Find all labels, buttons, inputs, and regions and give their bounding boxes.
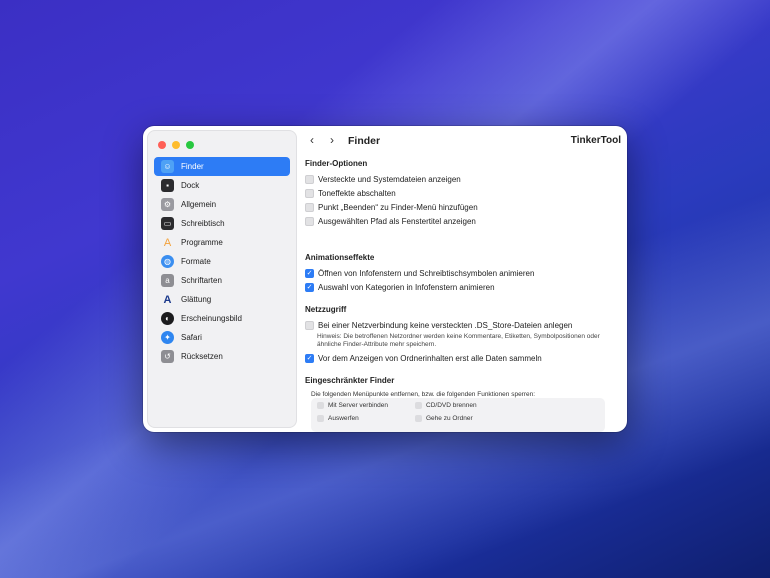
checkbox[interactable]: [317, 402, 324, 409]
section-title-animation: Animationseffekte: [305, 253, 375, 262]
option-ds-store[interactable]: Bei einer Netzverbindung keine versteckt…: [305, 319, 572, 331]
chevron-right-icon: ›: [330, 133, 334, 147]
sidebar-item-dock[interactable]: ▪ Dock: [154, 176, 290, 195]
option-label: CD/DVD brennen: [426, 402, 477, 409]
checkbox[interactable]: ✓: [305, 353, 314, 363]
option-label: Toneffekte abschalten: [318, 188, 396, 198]
sidebar-item-finder[interactable]: ☺ Finder: [154, 157, 290, 176]
option-go-to-folder[interactable]: Gehe zu Ordner: [415, 415, 473, 422]
sidebar-item-label: Safari: [181, 333, 202, 342]
checkmark-icon: ✓: [306, 269, 313, 277]
section-title-network: Netzzugriff: [305, 305, 347, 314]
sidebar-item-label: Schreibtisch: [181, 219, 225, 228]
checkbox[interactable]: [317, 415, 324, 422]
safari-icon: ✦: [161, 331, 174, 344]
checkbox[interactable]: [305, 202, 314, 212]
option-animate-info[interactable]: ✓ Öffnen von Infofenstern und Schreibtis…: [305, 267, 534, 279]
option-label: Bei einer Netzverbindung keine versteckt…: [318, 320, 573, 330]
back-button[interactable]: ‹: [305, 133, 319, 147]
appearance-icon: ◐: [161, 312, 174, 325]
option-burn-disc[interactable]: CD/DVD brennen: [415, 402, 477, 409]
sidebar-item-label: Allgemein: [181, 200, 217, 209]
checkbox[interactable]: [305, 320, 314, 330]
sidebar-item-label: Rücksetzen: [181, 352, 223, 361]
option-collect-data[interactable]: ✓ Vor dem Anzeigen von Ordnerinhalten er…: [305, 352, 542, 364]
desktop-icon: ▭: [161, 217, 174, 230]
option-hidden-files[interactable]: Versteckte und Systemdateien anzeigen: [305, 173, 461, 185]
checkbox[interactable]: [415, 402, 422, 409]
minimize-button[interactable]: [172, 141, 180, 149]
sidebar-item-label: Finder: [181, 162, 204, 171]
option-label: Auswahl von Kategorien in Infofenstern a…: [318, 282, 495, 292]
sidebar-item-schreibtisch[interactable]: ▭ Schreibtisch: [154, 214, 290, 233]
sidebar-list: ☺ Finder ▪ Dock ⚙ Allgemein ▭ Schreibtis…: [154, 157, 290, 366]
content-pane: ‹ › Finder TinkerTool Finder-Optionen Ve…: [305, 126, 627, 432]
sidebar-item-allgemein[interactable]: ⚙ Allgemein: [154, 195, 290, 214]
fonts-icon: a: [161, 274, 174, 287]
restricted-options-box: Mit Server verbinden CD/DVD brennen Ausw…: [311, 398, 605, 432]
section-title-restricted: Eingeschränkter Finder: [305, 376, 395, 385]
sidebar: ☺ Finder ▪ Dock ⚙ Allgemein ▭ Schreibtis…: [147, 130, 297, 428]
option-label: Auswerfen: [328, 415, 359, 422]
restricted-note: Die folgenden Menüpunkte entfernen, bzw.…: [311, 391, 536, 398]
checkbox[interactable]: [305, 188, 314, 198]
option-label: Ausgewählten Pfad als Fenstertitel anzei…: [318, 216, 476, 226]
finder-icon: ☺: [161, 160, 174, 173]
checkbox[interactable]: [305, 216, 314, 226]
option-label: Gehe zu Ordner: [426, 415, 473, 422]
globe-icon: ◍: [161, 255, 174, 268]
sidebar-item-schriftarten[interactable]: a Schriftarten: [154, 271, 290, 290]
chevron-left-icon: ‹: [310, 133, 314, 147]
sidebar-item-programme[interactable]: A Programme: [154, 233, 290, 252]
checkbox[interactable]: [415, 415, 422, 422]
sidebar-item-ruecksetzen[interactable]: ↺ Rücksetzen: [154, 347, 290, 366]
sidebar-item-label: Programme: [181, 238, 223, 247]
general-icon: ⚙: [161, 198, 174, 211]
option-path-title[interactable]: Ausgewählten Pfad als Fenstertitel anzei…: [305, 215, 476, 227]
option-label: Punkt „Beenden“ zu Finder-Menü hinzufüge…: [318, 202, 478, 212]
zoom-button[interactable]: [186, 141, 194, 149]
checkmark-icon: ✓: [306, 354, 313, 362]
option-connect-server[interactable]: Mit Server verbinden: [317, 402, 388, 409]
window-controls: [158, 141, 194, 149]
sidebar-item-glaettung[interactable]: A Glättung: [154, 290, 290, 309]
option-label: Versteckte und Systemdateien anzeigen: [318, 174, 461, 184]
smoothing-icon: A: [163, 293, 172, 306]
app-name: TinkerTool: [570, 135, 621, 146]
network-hint: Hinweis: Die betroffenen Netzordner werd…: [317, 333, 600, 348]
checkbox[interactable]: ✓: [305, 282, 314, 292]
option-eject[interactable]: Auswerfen: [317, 415, 359, 422]
option-quit-menu[interactable]: Punkt „Beenden“ zu Finder-Menü hinzufüge…: [305, 201, 478, 213]
checkbox[interactable]: [305, 174, 314, 184]
option-sound-effects[interactable]: Toneffekte abschalten: [305, 187, 396, 199]
checkmark-icon: ✓: [306, 283, 313, 291]
sidebar-item-label: Dock: [181, 181, 200, 190]
toolbar: ‹ › Finder TinkerTool: [305, 126, 627, 156]
forward-button[interactable]: ›: [325, 133, 339, 147]
tinkertool-window: ☺ Finder ▪ Dock ⚙ Allgemein ▭ Schreibtis…: [143, 126, 627, 432]
option-label: Vor dem Anzeigen von Ordnerinhalten erst…: [318, 353, 542, 363]
sidebar-item-safari[interactable]: ✦ Safari: [154, 328, 290, 347]
close-button[interactable]: [158, 141, 166, 149]
reset-icon: ↺: [161, 350, 174, 363]
applications-icon: A: [163, 236, 172, 249]
sidebar-item-label: Glättung: [181, 295, 212, 304]
sidebar-item-label: Schriftarten: [181, 276, 222, 285]
page-title: Finder: [348, 135, 381, 147]
sidebar-item-label: Erscheinungsbild: [181, 314, 242, 323]
checkbox[interactable]: ✓: [305, 268, 314, 278]
section-title-finder-options: Finder-Optionen: [305, 159, 368, 168]
option-animate-categories[interactable]: ✓ Auswahl von Kategorien in Infofenstern…: [305, 281, 495, 293]
sidebar-item-formate[interactable]: ◍ Formate: [154, 252, 290, 271]
option-label: Öffnen von Infofenstern und Schreibtisch…: [318, 268, 535, 278]
dock-icon: ▪: [161, 179, 174, 192]
sidebar-item-erscheinungsbild[interactable]: ◐ Erscheinungsbild: [154, 309, 290, 328]
option-label: Mit Server verbinden: [328, 402, 388, 409]
sidebar-item-label: Formate: [181, 257, 211, 266]
